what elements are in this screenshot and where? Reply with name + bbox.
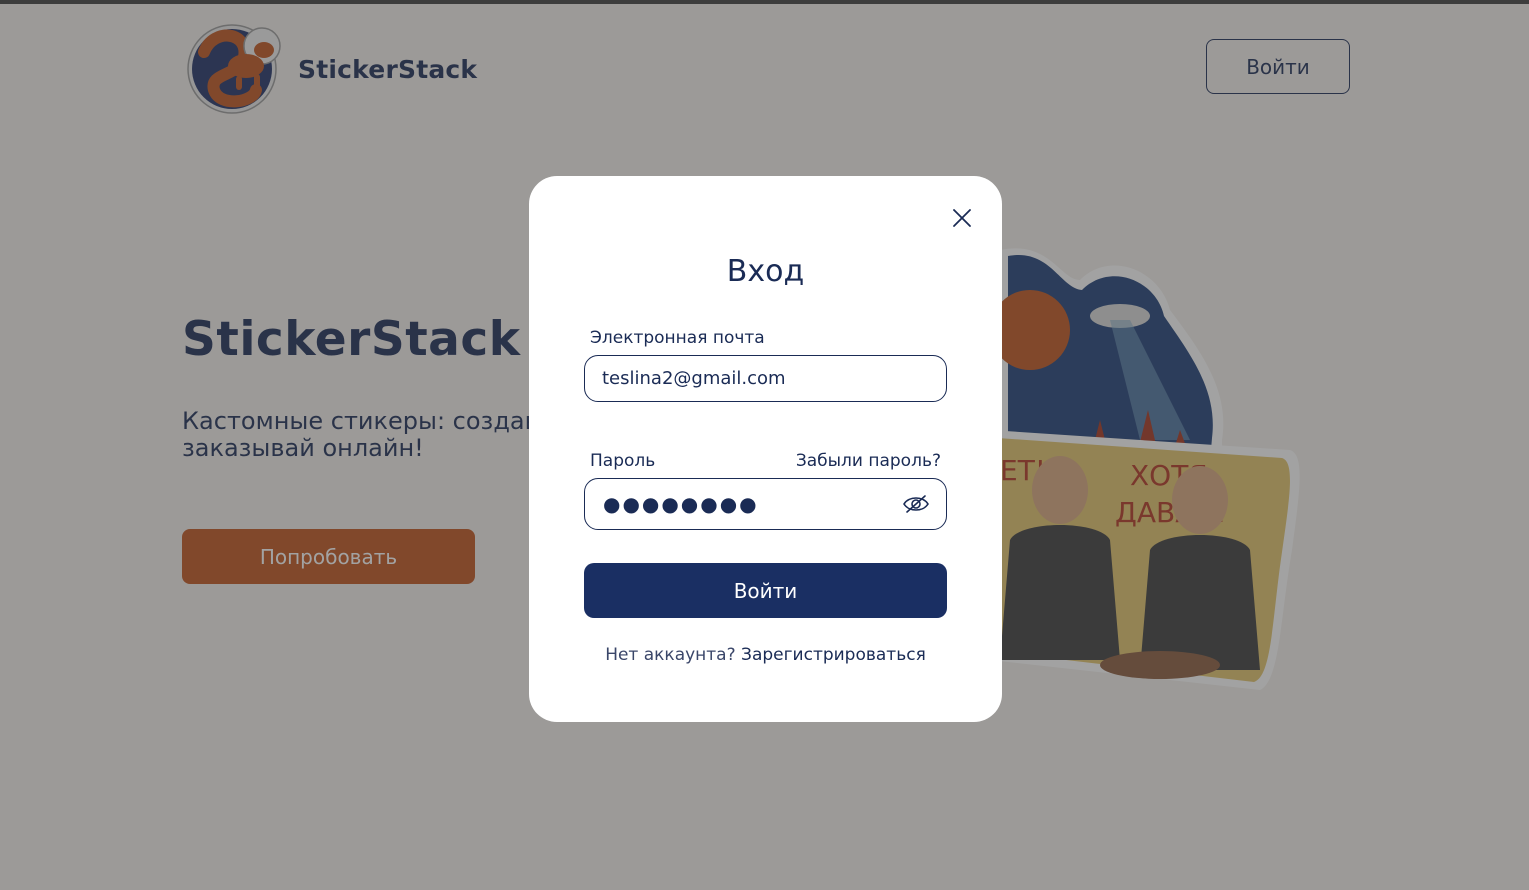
password-field[interactable]: ●●●●●●●●	[584, 478, 947, 530]
modal-title: Вход	[726, 254, 805, 289]
register-prompt: Нет аккаунта? Зарегистрироваться	[529, 645, 1002, 665]
eye-slash-icon[interactable]	[902, 493, 930, 515]
forgot-password-link[interactable]: Забыли пароль?	[789, 451, 941, 471]
password-label: Пароль	[590, 451, 656, 471]
email-label: Электронная почта	[590, 328, 765, 348]
no-account-text: Нет аккаунта?	[605, 645, 736, 665]
register-link[interactable]: Зарегистрироваться	[741, 645, 926, 665]
login-submit-button[interactable]: Войти	[584, 563, 947, 618]
email-value: teslina2@gmail.com	[602, 368, 786, 389]
login-modal: Вход Электронная почта teslina2@gmail.co…	[529, 176, 1002, 722]
password-value: ●●●●●●●●	[603, 492, 759, 516]
close-icon[interactable]	[947, 203, 977, 233]
email-field[interactable]: teslina2@gmail.com	[584, 355, 947, 402]
